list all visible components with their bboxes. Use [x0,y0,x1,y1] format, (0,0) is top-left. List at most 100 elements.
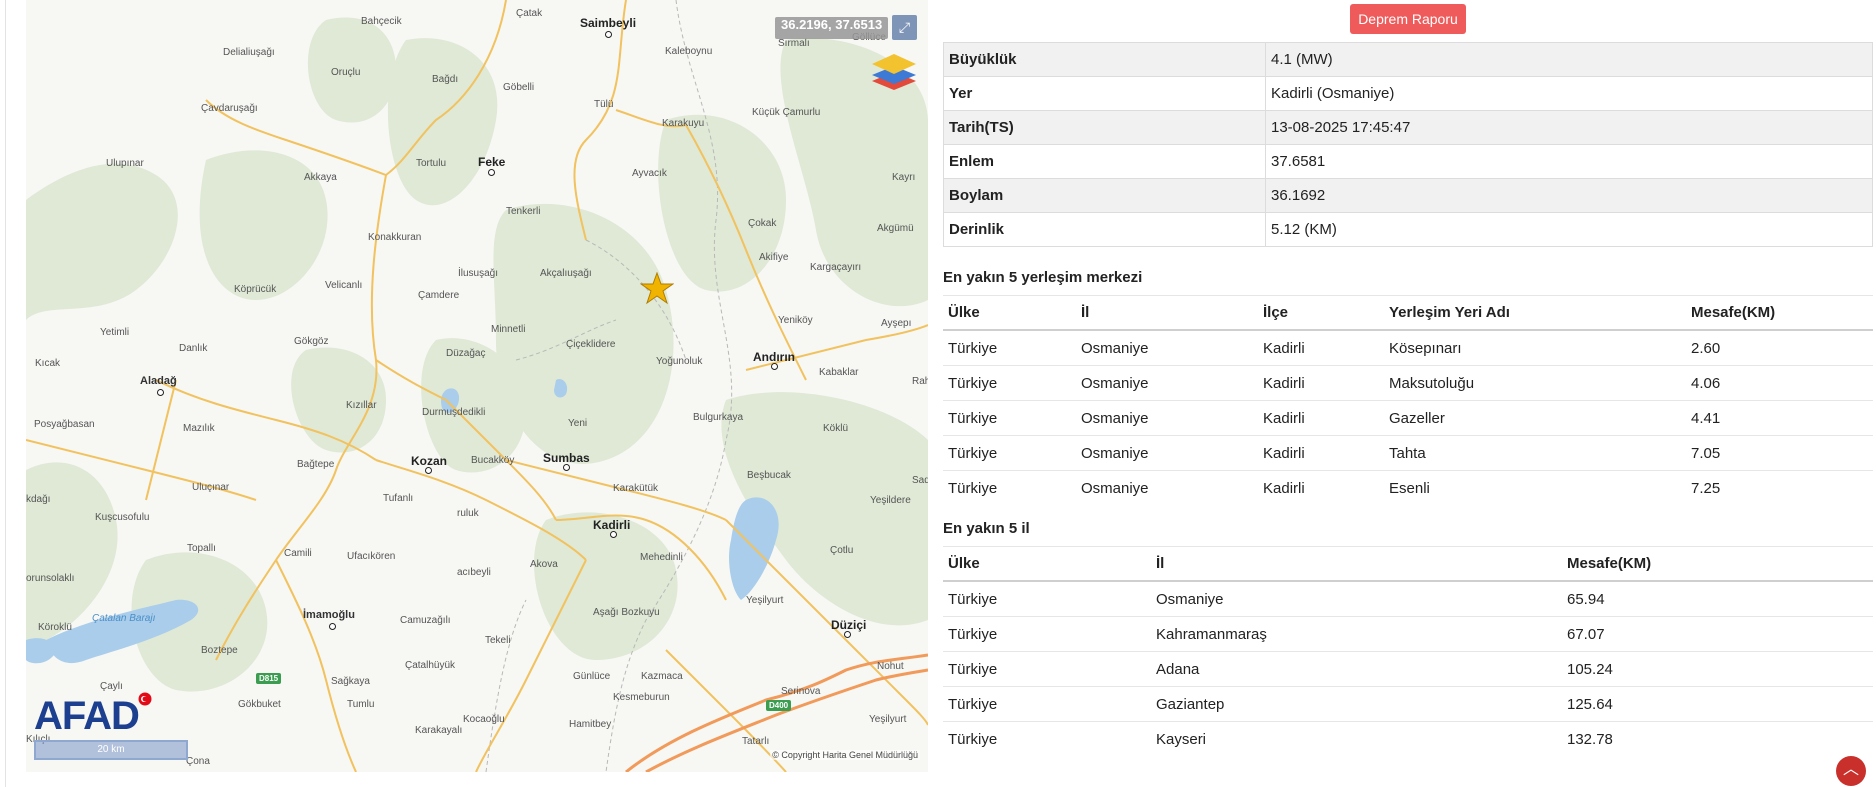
column-header: Yerleşim Yeri Adı [1384,295,1686,331]
earthquake-report-button[interactable]: Deprem Raporu [1350,4,1466,34]
map-label-city: Andırın [753,350,795,364]
map-label: Delialiuşağı [223,47,275,58]
map-label: Çatalhüyük [405,660,456,671]
info-row: Boylam 36.1692 [943,178,1873,213]
info-key: Enlem [943,144,1266,179]
map-label: Aşağı Bozkuyu [593,607,660,618]
map-label: Boztepe [201,645,238,656]
table-row: Türkiye Gaziantep 125.64 [943,686,1873,722]
map-label: Ayvacık [632,168,667,179]
map-label: Kıcak [35,358,61,369]
map-label: Tatarlı [742,736,770,747]
map-label: İlusuşağı [458,268,499,279]
city-marker [157,389,164,396]
column-header: İlçe [1258,295,1384,331]
table-cell: Osmaniye [1076,400,1258,436]
scroll-to-top-button[interactable]: ︿ [1836,756,1866,786]
map-label: Tekeli [485,635,511,646]
map-label: Akkaya [304,172,337,183]
nearest-settlements-table: Ülke İl İlçe Yerleşim Yeri Adı Mesafe(KM) Tü… [943,295,1873,505]
table-cell: Maksutoluğu [1384,365,1686,401]
star-marker-icon[interactable] [640,272,674,306]
map-label: Akova [530,559,558,570]
map-label-reservoir: Çatalan Barajı [92,613,156,624]
city-marker [610,531,617,538]
map-label: Sağkaya [331,676,370,687]
map-label: Camili [284,548,312,559]
table-cell: Türkiye [943,470,1076,505]
map-label: Beşbucak [747,470,791,481]
table-cell: Osmaniye [1076,435,1258,471]
table-cell: 4.06 [1686,365,1873,401]
table-row: Türkiye Osmaniye Kadirli Tahta 7.05 [943,435,1873,471]
info-value: 4.1 (MW) [1265,42,1873,77]
layers-stack-icon[interactable] [870,50,918,94]
info-key: Derinlik [943,212,1266,247]
fullscreen-button[interactable]: ⤢ [892,15,917,40]
map-label: Tumlu [347,699,375,710]
map-label: Çotlu [830,545,854,556]
map-label: Köklü [823,423,849,434]
info-row: Yer Kadirli (Osmaniye) [943,76,1873,111]
map-label: Kazmaca [641,671,683,682]
column-header: Mesafe(KM) [1562,546,1873,582]
info-value: 37.6581 [1265,144,1873,179]
map-label: Kayrı [892,172,916,183]
map-label: Tenkerli [506,206,541,217]
map-label: Rahı [912,376,928,387]
table-row: Türkiye Adana 105.24 [943,651,1873,687]
earthquake-map[interactable]: Bahçecik Çatak Sırmalı Göllüce Delialiuş… [26,0,928,772]
info-key: Büyüklük [943,42,1266,77]
map-label: Bahçecik [361,16,402,27]
city-marker [771,363,778,370]
map-label-city: Sumbas [543,451,590,465]
map-label: Durmuşdedikli [422,407,486,418]
map-label: Topallı [187,543,216,554]
map-label: Tülü [594,99,614,110]
table-cell: Kösepınarı [1384,329,1686,366]
table-cell: Türkiye [943,721,1151,756]
map-label: Ulupınar [106,158,144,169]
table-row: Türkiye Osmaniye Kadirli Gazeller 4.41 [943,400,1873,436]
map-label: Yeşilyurt [746,595,784,606]
map-copyright: © Copyright Harita Genel Müdürlüğü [770,750,920,760]
info-row: Büyüklük 4.1 (MW) [943,42,1873,77]
city-marker [329,623,336,630]
map-label-city: Aladağ [140,375,177,387]
map-label: Günlüce [573,671,611,682]
map-label: Yeni [568,418,588,429]
info-key: Boylam [943,178,1266,213]
map-label: Köroklü [38,622,72,633]
info-value: 13-08-2025 17:45:47 [1265,110,1873,145]
city-marker [563,464,570,471]
map-label: Yetimli [100,327,130,338]
map-label: Sadı [912,475,928,486]
map-label: Minnetli [491,324,526,335]
nearest-settlements-title: En yakın 5 yerleşim merkezi [943,269,1143,286]
table-row: Türkiye Kahramanmaraş 67.07 [943,616,1873,652]
map-label: Ufacıkören [347,551,396,562]
table-cell: Kahramanmaraş [1151,616,1562,652]
column-header: İl [1151,546,1562,582]
coordinate-readout: 36.2196, 37.6513 [775,17,889,39]
map-label: Çokak [748,218,777,229]
map-label: Nohut [877,661,904,672]
city-marker [488,169,495,176]
map-label: Çamdere [418,290,460,301]
city-marker [425,467,432,474]
table-cell: Türkiye [943,651,1151,687]
city-marker [605,31,612,38]
info-value: Kadirli (Osmaniye) [1265,76,1873,111]
map-label: Akgümü [877,223,914,234]
table-cell: Kadirli [1258,365,1384,401]
table-cell: 2.60 [1686,329,1873,366]
table-row: Türkiye Osmaniye Kadirli Esenli 7.25 [943,470,1873,505]
map-label: Kızıllar [346,400,377,411]
map-label: acıbeyli [457,567,491,578]
column-header: Ülke [943,295,1076,331]
table-cell: Osmaniye [1076,329,1258,366]
map-label: Çaylı [100,681,123,692]
table-cell: Gazeller [1384,400,1686,436]
nearest-provinces-table: Ülke İl Mesafe(KM) Türkiye Osmaniye 65.94 Tür… [943,546,1873,756]
table-row: Türkiye Kayseri 132.78 [943,721,1873,756]
